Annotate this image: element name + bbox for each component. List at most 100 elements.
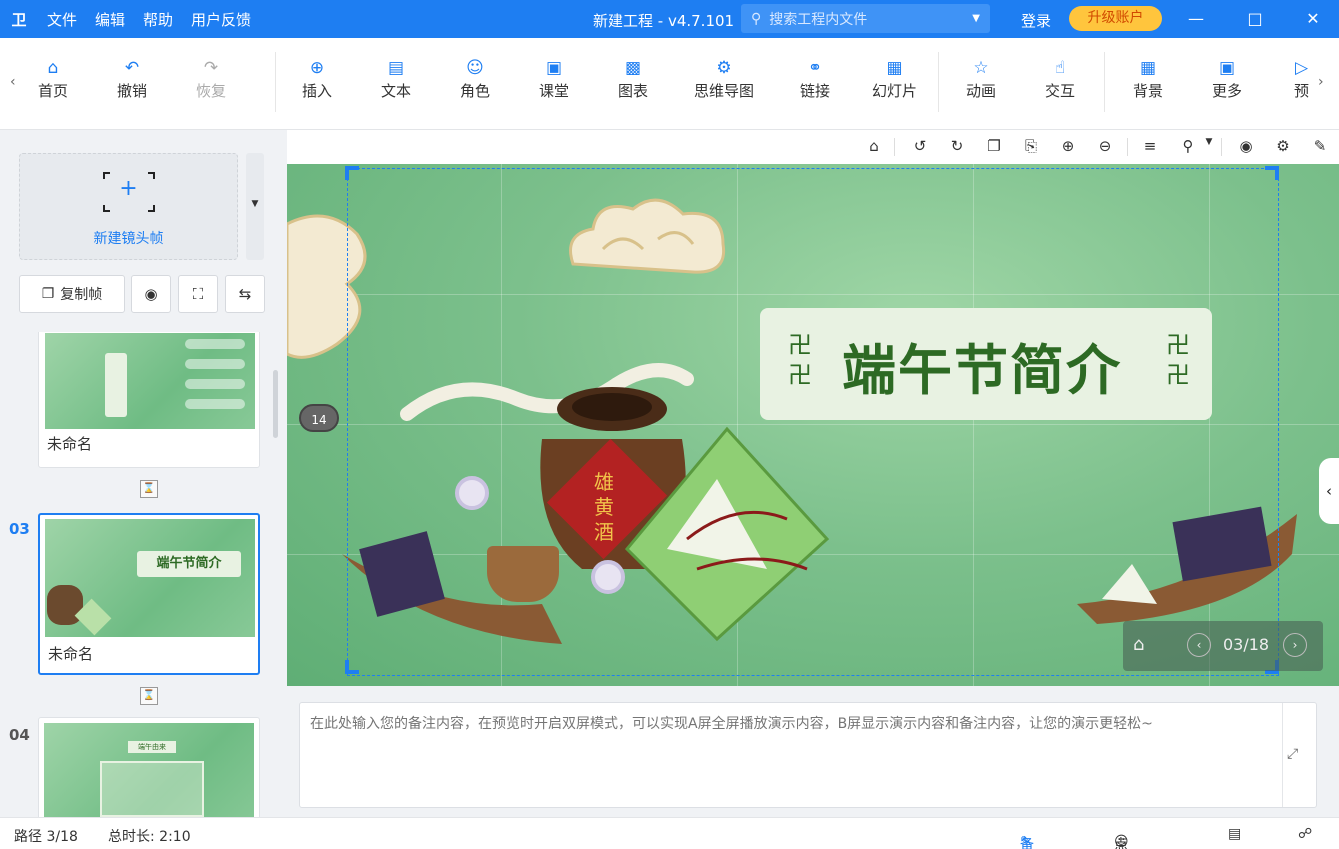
menu-feedback[interactable]: 用户反馈 [182,9,260,30]
text-button[interactable]: ▤ 文本 [381,56,411,101]
background-button[interactable]: ▦ 背景 [1133,56,1163,101]
role-button[interactable]: ☺ 角色 [460,56,490,101]
slide-thumbnail-4[interactable]: 端午由来 [38,717,260,817]
status-bar: 路径 3/18 总时长: 2:10 ✎ 备注 ☺ 点名 ▤ ☍ [0,817,1339,849]
rotate-left-icon[interactable]: ↺ [909,137,931,155]
preview-button[interactable]: ▷ 预 [1294,56,1309,101]
slide-thumbnail-3[interactable]: 端午节简介 未命名 [38,513,260,675]
classroom-icon: ▣ [545,58,563,78]
present-icon[interactable]: ▤ [1228,826,1241,842]
lock-icon[interactable]: ⚲ [1177,137,1199,155]
slide-thumbnail-image: 端午由来 [44,723,254,817]
copy-frame-button[interactable]: ❐ 复制帧 [19,275,125,313]
slide-navigator: ⌂ ‹ 03/18 › [1123,621,1323,671]
toolbar-scroll-left-icon[interactable]: ‹ [10,74,16,90]
undo-icon: ↶ [124,58,140,78]
chevron-down-icon[interactable]: ▼ [1198,137,1220,147]
redo-label: 恢复 [196,82,227,100]
link-label: 链接 [800,82,831,100]
path-status: 路径 3/18 [14,829,78,845]
frame-selection-box[interactable] [347,168,1279,676]
share-icon[interactable]: ☍ [1298,826,1312,842]
role-label: 角色 [460,82,491,100]
upgrade-button[interactable]: 升级账户 [1069,6,1162,31]
link-button[interactable]: ⚭ 链接 [800,56,830,101]
insert-label: 插入 [302,82,333,100]
collapse-right-panel-button[interactable]: ‹ [1319,458,1339,524]
chart-button[interactable]: ▩ 图表 [618,56,648,101]
chart-icon: ▩ [624,58,642,78]
app-logo: 卫 [11,10,27,29]
frame-handle[interactable] [345,660,359,674]
paste-icon[interactable]: ⎘ [1020,137,1042,155]
edit-icon[interactable]: ✎ [1309,137,1331,155]
window-title: 新建工程 - v4.7.101 [593,12,735,30]
fit-frame-button[interactable]: ⛶ [178,275,218,313]
thumb-title: 端午由来 [128,741,176,753]
toolbar-divider [275,52,276,112]
toolbar-divider [1221,138,1222,156]
slideshow-button[interactable]: ▦ 幻灯片 [872,56,917,101]
camera-button[interactable]: ◉ [131,275,171,313]
menu-edit[interactable]: 编辑 [86,9,134,30]
classroom-button[interactable]: ▣ 课堂 [539,56,569,101]
link-icon: ⚭ [807,58,823,78]
path-button[interactable]: ⇆ [225,275,265,313]
copy-frame-label: 复制帧 [60,287,103,303]
frame-handle[interactable] [345,166,359,180]
prev-slide-icon[interactable]: ‹ [1187,633,1211,657]
toolbar-divider [1127,138,1128,156]
undo-button[interactable]: ↶ 撤销 [117,56,147,101]
new-frame-button[interactable]: + 新建镜头帧 [19,153,238,260]
redo-button[interactable]: ↷ 恢复 [196,56,226,101]
insert-button[interactable]: ⊕ 插入 [302,56,332,101]
undo-label: 撤销 [117,82,148,100]
person-icon: ☺ [466,58,484,78]
slide-thumbnail-2[interactable]: 未命名 [38,332,260,468]
expand-icon[interactable]: ⤢ [1287,746,1298,762]
toolbar-divider [894,138,895,156]
zoom-out-icon[interactable]: ⊖ [1094,137,1116,155]
zoom-in-icon[interactable]: ⊕ [1057,137,1079,155]
panel-scrollbar[interactable] [273,370,278,438]
mindmap-button[interactable]: ⚙ 思维导图 [694,56,754,101]
home-icon[interactable]: ⌂ [1133,634,1144,655]
maximize-icon[interactable]: □ [1240,6,1270,32]
align-icon[interactable]: ≡ [1139,137,1161,155]
canvas-stage[interactable]: 雄 黄 酒 卍卍 端午节简介 卍卍 14 ⌂ ‹ 03/18 › [287,164,1339,686]
login-button[interactable]: 登录 [1021,10,1051,31]
frame-count-badge[interactable]: 14 [299,404,339,432]
rotate-right-icon[interactable]: ↻ [946,137,968,155]
minimize-icon[interactable]: — [1181,6,1211,32]
interaction-label: 交互 [1045,82,1076,100]
thumb-title: 端午节简介 [137,551,241,577]
slide-list[interactable]: 未命名 ⌛ 03 端午节简介 未命名 ⌛ 04 端午由来 [0,332,287,817]
interaction-button[interactable]: ☝ 交互 [1045,56,1075,101]
slide-number: 03 [9,520,30,538]
close-icon[interactable]: ✕ [1298,6,1328,32]
chevron-down-icon[interactable]: ▼ [972,13,980,24]
more-button[interactable]: ▣ 更多 [1212,56,1242,101]
slideshow-icon: ▦ [886,58,903,78]
menu-file[interactable]: 文件 [38,9,86,30]
home-view-icon[interactable]: ⌂ [863,137,885,155]
copy-icon[interactable]: ❐ [983,137,1005,155]
grid-icon: ▣ [1218,58,1236,78]
transition-icon[interactable]: ⌛ [140,480,158,498]
settings-icon[interactable]: ⚙ [1272,137,1294,155]
transition-icon[interactable]: ⌛ [140,687,158,705]
home-label: 首页 [38,82,69,100]
screenshot-icon[interactable]: ◉ [1235,137,1257,155]
notes-divider [1282,703,1283,807]
new-frame-dropdown[interactable]: ▼ [246,153,264,260]
toolbar-scroll-right-icon[interactable]: › [1318,74,1324,90]
menu-help[interactable]: 帮助 [134,9,182,30]
animation-button[interactable]: ☆ 动画 [966,56,996,101]
next-slide-icon[interactable]: › [1283,633,1307,657]
home-button[interactable]: ⌂ 首页 [38,56,68,101]
rollcall-label: 点名 [1114,837,1128,849]
frame-handle[interactable] [1265,166,1279,180]
notes-input[interactable] [299,702,1317,808]
toolbar-divider [938,52,939,112]
search-input[interactable]: ⚲ 搜索工程内文件 ▼ [741,4,990,33]
